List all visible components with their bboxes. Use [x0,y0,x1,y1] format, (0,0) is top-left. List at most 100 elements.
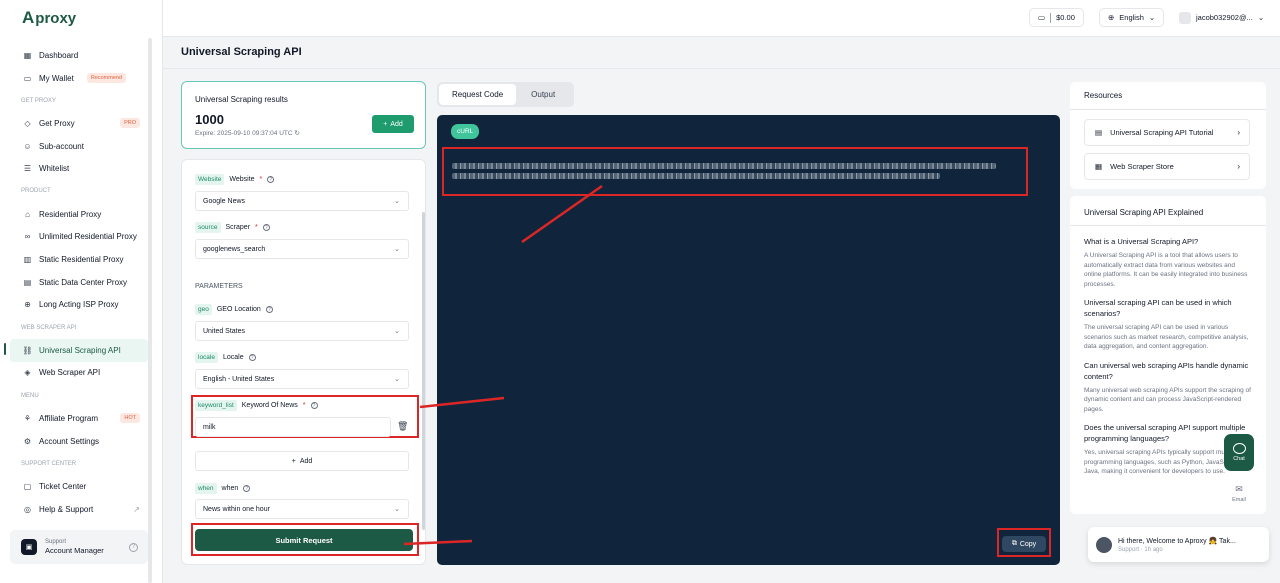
users-icon: ☺ [23,141,32,151]
home-icon: ⌂ [25,209,30,219]
submit-request-button[interactable]: Submit Request [195,529,413,551]
nav-section-label: SUPPORT CENTER [21,460,77,467]
support-avatar-icon: ▣ [21,539,37,555]
sidebar-item-static-residential-proxy[interactable]: ▥ Static Residential Proxy [10,248,148,271]
add-results-button[interactable]: + Add [372,115,414,133]
wallet-icon: ▭ [1038,13,1046,22]
sidebar-item-my-wallet[interactable]: ▭ My Wallet Recommend [10,67,148,90]
chat-button[interactable]: Chat [1224,434,1254,471]
locale-select[interactable]: English - United States ⌄ [195,369,409,389]
chat-toast[interactable]: Hi there, Welcome to Aproxy 👧 Tak... Sup… [1088,527,1269,562]
website-select[interactable]: Google News ⌄ [195,191,409,211]
email-button[interactable]: ✉ Email [1224,478,1254,508]
sidebar-item-whitelist[interactable]: ☰ Whitelist [10,157,148,180]
balance-button[interactable]: ▭ $0.00 [1029,8,1084,27]
support-account-manager[interactable]: ▣ Support Account Manager ? [10,530,148,564]
user-menu[interactable]: jacob032902@... ⌄ [1171,8,1273,27]
locale-label-text: Locale [222,354,244,361]
help-icon: ◎ [24,504,31,514]
copy-button[interactable]: ⧉ Copy [1002,536,1046,552]
results-title: Universal Scraping results [195,95,288,104]
sidebar-item-web-scraper-api[interactable]: ◈ Web Scraper API [10,362,148,385]
sidebar-item-help-support[interactable]: ◎ Help & Support ↗ [10,498,148,521]
info-icon[interactable]: ? [262,224,270,231]
store-icon: ▦ [1095,162,1103,171]
plus-icon: + [383,120,388,128]
sidebar-item-label: Affiliate Program [39,413,98,423]
brand-logo[interactable]: A proxy [22,8,76,28]
info-icon[interactable]: ? [243,485,251,492]
nav-section-label: PRODUCT [21,188,51,195]
tab-output[interactable]: Output [518,84,568,105]
add-label: Add [390,120,403,128]
language-select[interactable]: ⊕ English ⌄ [1099,8,1165,27]
faq-answer: A Universal Scraping API is a tool that … [1084,252,1248,288]
email-label: Email [1232,496,1246,503]
sidebar-item-label: My Wallet [39,73,74,83]
external-link-icon: ↗ [133,504,140,514]
header-divider [163,68,1280,69]
status-badge: Recommend [86,73,127,84]
info-icon[interactable]: ? [310,402,318,409]
info-icon[interactable]: ? [248,354,256,361]
chevron-down-icon: ⌄ [394,376,400,383]
source-key-tag: source [195,222,221,233]
keyword-input[interactable]: milk [195,417,391,437]
gift-icon: ⚘ [23,413,32,423]
sidebar-item-label: Whitelist [39,164,70,174]
email-icon: ✉ [1235,483,1243,494]
tab-request-code[interactable]: Request Code [439,84,517,105]
locale-label: locale Locale ? [195,352,256,363]
when-key-tag: when [195,483,217,494]
expire-text: Expire: 2025-09-10 09:37:04 UTC [195,130,293,137]
sidebar-item-residential-proxy[interactable]: ⌂ Residential Proxy [10,203,148,226]
when-select[interactable]: News within one hour ⌄ [195,499,409,519]
sidebar-item-sub-account[interactable]: ☺ Sub-account [10,135,148,158]
chevron-down-icon: ⌄ [1148,13,1156,22]
help-circle-icon[interactable]: ? [129,542,138,552]
sidebar-item-label: Dashboard [39,50,79,60]
results-card: Universal Scraping results 1000 Expire: … [181,81,426,149]
refresh-icon[interactable]: ↻ [294,130,299,137]
faq-question: Universal scraping API can be used in wh… [1084,298,1232,318]
sidebar-scrollbar[interactable] [148,38,152,583]
building-icon: ▥ [23,255,32,265]
sidebar-item-label: Static Residential Proxy [39,255,124,265]
link-icon: ⛓ [22,345,33,355]
info-icon[interactable]: ? [267,176,275,183]
sidebar-item-account-settings[interactable]: ⚙ Account Settings [10,430,148,453]
balance-value: $0.00 [1056,13,1075,22]
resources-divider [1070,109,1266,110]
faq-answer: Many universal web scraping APIs support… [1084,386,1251,413]
store-link[interactable]: ▦ Web Scraper Store › [1084,153,1250,180]
sidebar-nav: ▦ Dashboard ▭ My Wallet Recommend GET PROXY ◇ G… [10,44,148,520]
curl-language-tag[interactable]: cURL [451,124,480,139]
nav-section-label: MENU [21,392,39,399]
info-icon[interactable]: ? [265,306,273,313]
sidebar-item-get-proxy[interactable]: ◇ Get Proxy PRO [10,112,148,135]
status-badge: PRO [120,118,140,129]
add-keyword-button[interactable]: + Add [195,451,409,471]
user-email: jacob032902@... [1196,13,1253,22]
tutorial-link[interactable]: ▤ Universal Scraping API Tutorial › [1084,119,1250,146]
sidebar-item-affiliate-program[interactable]: ⚘ Affiliate Program HOT [10,407,148,430]
sidebar-item-unlimited-residential-proxy[interactable]: ∞ Unlimited Residential Proxy [10,226,148,249]
sidebar-item-label: Residential Proxy [39,209,102,219]
sidebar-item-ticket-center[interactable]: ▢ Ticket Center [10,475,148,498]
geo-select[interactable]: United States ⌄ [195,321,409,341]
trash-icon[interactable]: 🗑 [397,421,408,432]
active-indicator [4,343,6,355]
geo-label-text: GEO Location [216,306,261,313]
scraper-select[interactable]: googlenews_search ⌄ [195,239,409,259]
sidebar-item-long-acting-isp-proxy[interactable]: ⊕ Long Acting ISP Proxy [10,294,148,317]
keyword-key-tag: keyword_list [195,400,237,411]
faq-question: Can universal web scraping APIs handle d… [1084,360,1249,381]
sidebar-item-universal-scraping-api[interactable]: ⛓ Universal Scraping API [10,338,148,362]
when-label-text: when [221,485,239,492]
form-scrollbar[interactable] [422,212,425,530]
website-key-tag: Website [195,174,225,185]
sidebar-item-dashboard[interactable]: ▦ Dashboard [10,44,148,67]
chevron-right-icon: › [1237,162,1240,171]
keyword-label: keyword_list Keyword Of News * ? [195,400,318,411]
sidebar-item-static-data-center-proxy[interactable]: ▤ Static Data Center Proxy [10,271,148,294]
